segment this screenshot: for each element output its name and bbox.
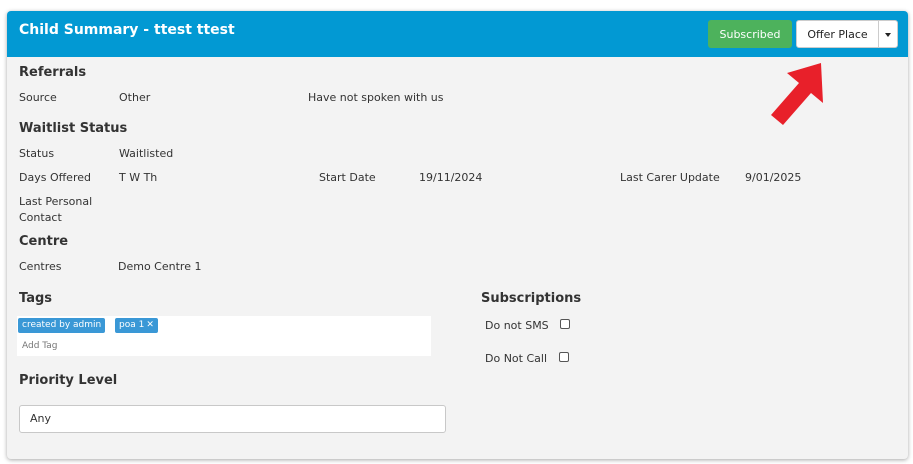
offer-place-button[interactable]: Offer Place (796, 20, 879, 48)
waitlist-status-heading: Waitlist Status (19, 121, 128, 136)
tags-input-box[interactable]: created by admin poa 1 ✕ (17, 316, 431, 356)
tag-label: created by admin (22, 320, 102, 330)
last-personal-contact-label: Last Personal Contact (19, 195, 93, 224)
start-date-label: Start Date (319, 171, 376, 184)
tag-chip: poa 1 ✕ (115, 318, 158, 333)
do-not-sms-label: Do not SMS (485, 319, 549, 332)
chevron-down-icon (885, 33, 891, 37)
centres-label: Centres (19, 260, 62, 273)
centre-heading: Centre (19, 234, 69, 249)
do-not-call-checkbox[interactable] (559, 352, 569, 362)
last-carer-update-label: Last Carer Update (620, 171, 720, 184)
subscribed-button[interactable]: Subscribed (708, 20, 792, 48)
offer-place-dropdown-toggle[interactable] (878, 20, 898, 48)
priority-level-select[interactable]: Any (19, 405, 446, 433)
tags-heading: Tags (19, 291, 53, 306)
centres-value: Demo Centre 1 (118, 260, 202, 273)
tag-chip: created by admin (18, 318, 106, 333)
do-not-sms-checkbox[interactable] (560, 319, 570, 329)
status-value: Waitlisted (119, 147, 174, 160)
page-title: Child Summary - ttest ttest (19, 22, 235, 38)
subscriptions-heading: Subscriptions (481, 291, 582, 306)
status-label: Status (19, 147, 55, 160)
close-icon[interactable]: ✕ (146, 320, 154, 330)
referral-note: Have not spoken with us (308, 91, 444, 104)
start-date-value: 19/11/2024 (419, 171, 483, 184)
do-not-call-label: Do Not Call (485, 352, 547, 365)
child-summary-card: Child Summary - ttest ttest Subscribed O… (7, 11, 908, 459)
days-offered-label: Days Offered (19, 171, 91, 184)
card-header: Child Summary - ttest ttest Subscribed O… (7, 11, 908, 57)
source-value: Other (119, 91, 151, 104)
last-carer-update-value: 9/01/2025 (745, 171, 802, 184)
red-arrow-icon (771, 63, 823, 125)
source-label: Source (19, 91, 57, 104)
priority-level-heading: Priority Level (19, 373, 118, 388)
referrals-heading: Referrals (19, 65, 87, 80)
days-offered-value: T W Th (119, 171, 158, 184)
tag-label: poa 1 (119, 320, 145, 330)
add-tag-input[interactable] (22, 339, 222, 353)
